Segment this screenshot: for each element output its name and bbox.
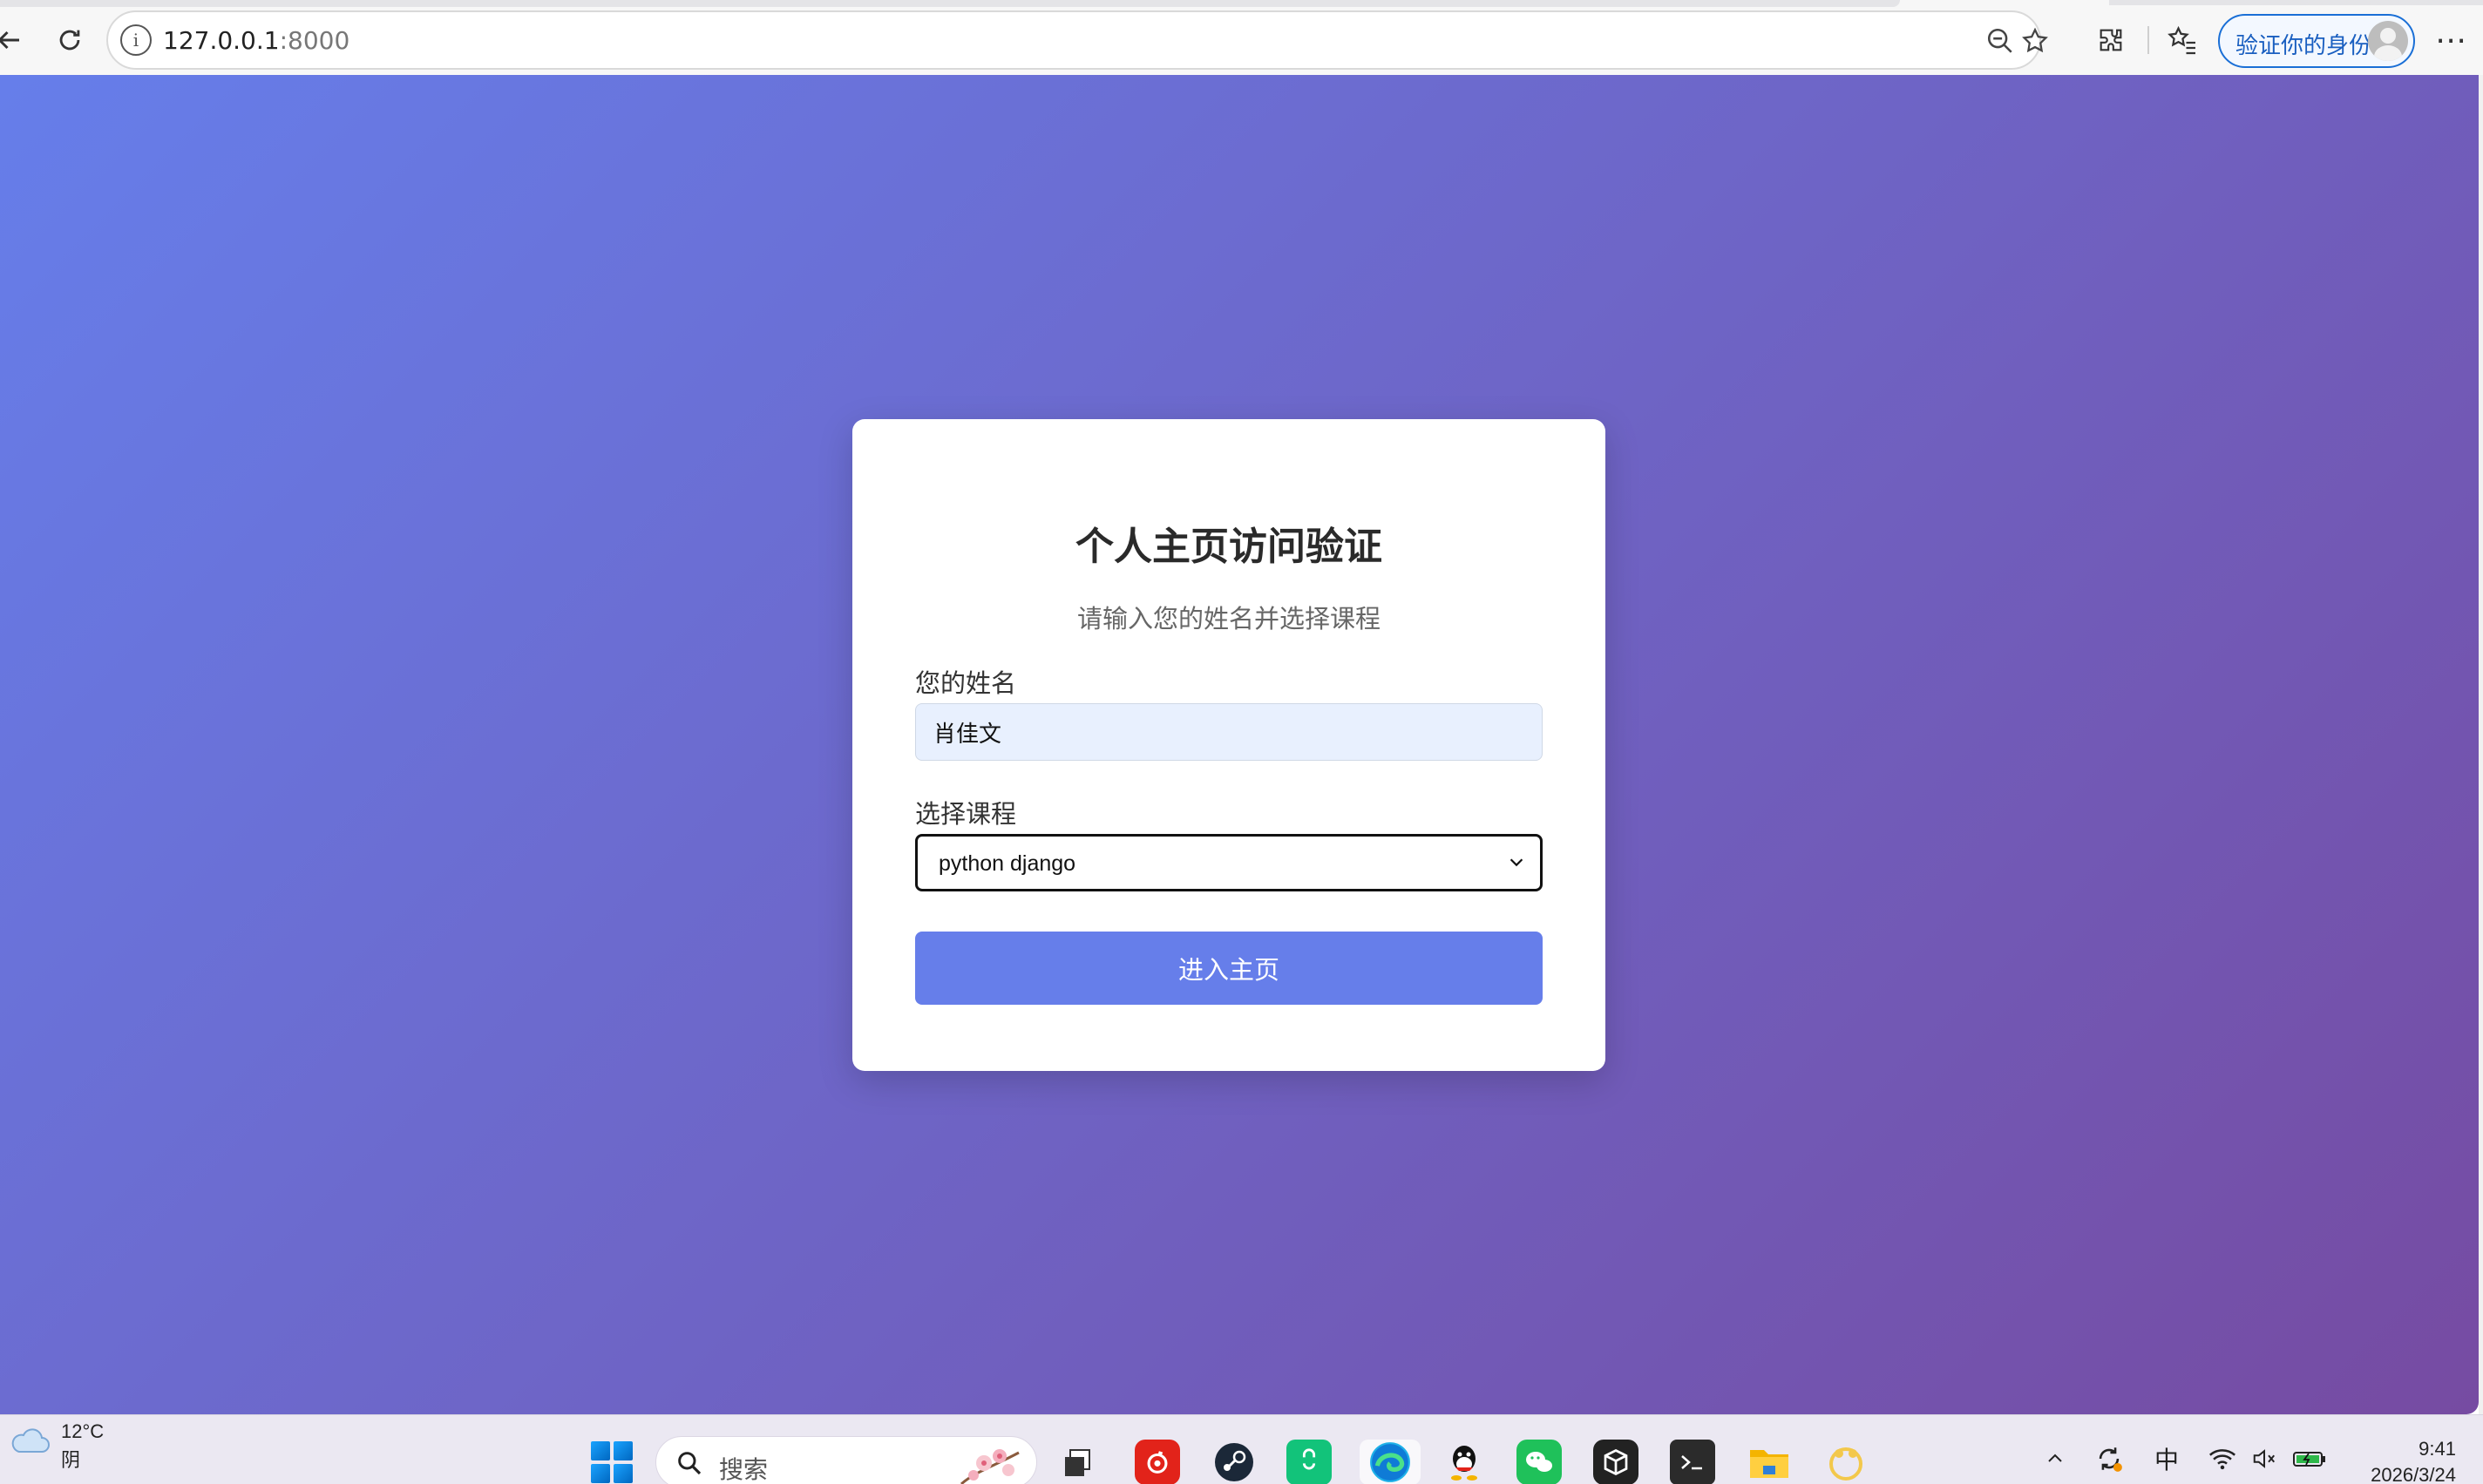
window-edge bbox=[2479, 75, 2483, 1414]
url-host: 127.0.0.1 bbox=[163, 26, 280, 55]
search-placeholder: 搜索 bbox=[719, 1455, 769, 1484]
refresh-icon bbox=[59, 30, 80, 51]
terminal-icon[interactable] bbox=[1670, 1440, 1715, 1484]
url-port: :8000 bbox=[279, 26, 350, 55]
course-label: 选择课程 bbox=[915, 799, 1017, 829]
steam-icon[interactable] bbox=[1211, 1440, 1257, 1484]
taskbar-search[interactable]: 搜索 bbox=[655, 1436, 1037, 1484]
battery-charging-icon[interactable] bbox=[2292, 1441, 2327, 1476]
enter-homepage-button[interactable]: 进入主页 bbox=[915, 932, 1543, 1005]
chevron-up-icon[interactable] bbox=[2038, 1441, 2073, 1476]
clock-date[interactable]: 2026/3/24 bbox=[2336, 1464, 2456, 1484]
search-icon bbox=[678, 1452, 702, 1475]
volume-muted-icon[interactable] bbox=[2247, 1441, 2282, 1476]
box-app-icon[interactable] bbox=[1593, 1440, 1638, 1484]
verification-card: 个人主页访问验证 请输入您的姓名并选择课程 您的姓名 选择课程 python d… bbox=[852, 419, 1605, 1071]
extensions-icon[interactable] bbox=[2090, 19, 2132, 61]
task-view-icon[interactable] bbox=[1055, 1440, 1100, 1484]
netease-music-icon[interactable] bbox=[1135, 1440, 1180, 1484]
paw-app-icon[interactable] bbox=[1823, 1440, 1869, 1484]
ime-indicator[interactable]: 中 bbox=[2149, 1441, 2184, 1476]
page-viewport: 个人主页访问验证 请输入您的姓名并选择课程 您的姓名 选择课程 python d… bbox=[0, 75, 2479, 1414]
profile-button[interactable]: 验证你的身份 bbox=[2218, 14, 2415, 68]
cloud-icon[interactable] bbox=[9, 1424, 51, 1459]
file-explorer-icon[interactable] bbox=[1747, 1440, 1792, 1484]
tab-strip-right bbox=[2109, 0, 2483, 5]
page-subtitle: 请输入您的姓名并选择课程 bbox=[1076, 604, 1381, 634]
qq-icon[interactable] bbox=[1442, 1440, 1487, 1484]
course-selected-value: python django bbox=[939, 851, 1076, 876]
clock-time[interactable]: 9:41 bbox=[2357, 1438, 2456, 1460]
wifi-icon[interactable] bbox=[2205, 1441, 2240, 1476]
blossom-icon bbox=[960, 1449, 1020, 1484]
zoom-out-icon[interactable] bbox=[1982, 23, 2018, 59]
course-select[interactable]: python django bbox=[915, 834, 1543, 891]
taskbar: 12°C 阴 搜索 中 9:41 2026/3/24 bbox=[0, 1414, 2483, 1484]
page-title: 个人主页访问验证 bbox=[1075, 525, 1382, 569]
back-button[interactable] bbox=[0, 19, 30, 61]
avatar bbox=[2368, 21, 2408, 61]
more-icon[interactable]: ⋯ bbox=[2430, 19, 2472, 61]
address-bar[interactable]: i 127.0.0.1:8000 bbox=[106, 10, 2048, 70]
store-bag-icon[interactable] bbox=[1286, 1440, 1332, 1484]
browser-toolbar: i 127.0.0.1:8000 验证你的身份 ⋯ bbox=[0, 0, 2483, 75]
edge-icon[interactable] bbox=[1360, 1440, 1421, 1484]
start-icon[interactable] bbox=[591, 1441, 633, 1483]
wechat-icon[interactable] bbox=[1516, 1440, 1562, 1484]
name-label: 您的姓名 bbox=[915, 668, 1017, 698]
profile-label: 验证你的身份 bbox=[2235, 33, 2372, 59]
tab-strip bbox=[0, 0, 1900, 7]
url-text[interactable]: 127.0.0.1:8000 bbox=[163, 26, 349, 55]
chevron-down-icon bbox=[1505, 850, 1528, 873]
weather-temperature[interactable]: 12°C bbox=[61, 1420, 104, 1443]
name-input[interactable] bbox=[915, 703, 1543, 761]
sync-icon[interactable] bbox=[2092, 1441, 2127, 1476]
refresh-button[interactable] bbox=[49, 19, 91, 61]
favorite-star-icon[interactable] bbox=[2017, 23, 2053, 59]
toolbar-divider bbox=[2147, 26, 2149, 54]
back-icon bbox=[0, 30, 19, 50]
info-icon[interactable]: i bbox=[120, 24, 152, 56]
weather-description[interactable]: 阴 bbox=[61, 1445, 80, 1473]
favorites-icon[interactable] bbox=[2161, 19, 2203, 61]
